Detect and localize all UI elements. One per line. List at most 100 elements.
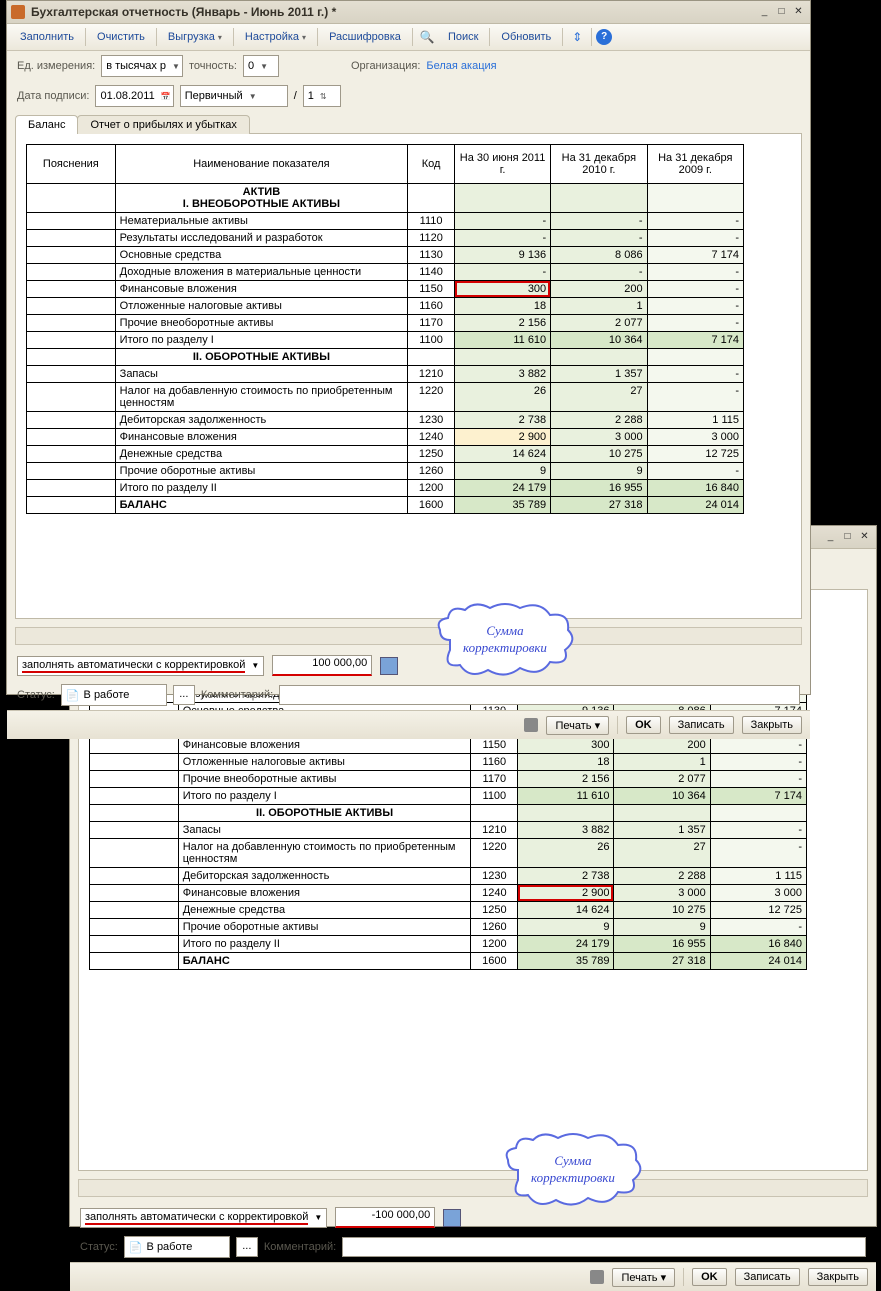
table-row: Финансовые вложения12402 9003 0003 000 bbox=[27, 429, 744, 446]
print-button[interactable]: Печать ▾ bbox=[612, 1268, 675, 1287]
org-link[interactable]: Белая акация bbox=[426, 60, 496, 72]
value-cell[interactable]: 24 179 bbox=[454, 480, 550, 497]
update-button[interactable]: Обновить bbox=[494, 28, 558, 46]
maximize-icon[interactable]: □ bbox=[774, 5, 789, 19]
minimize-icon[interactable]: _ bbox=[823, 530, 838, 544]
value-cell[interactable]: - bbox=[454, 264, 550, 281]
value-cell[interactable]: 24 179 bbox=[518, 936, 614, 953]
value-cell[interactable]: 2 738 bbox=[518, 868, 614, 885]
comment-label: Комментарий: bbox=[264, 1241, 336, 1253]
value-cell[interactable]: 9 136 bbox=[454, 247, 550, 264]
table-row: Доходные вложения в материальные ценност… bbox=[27, 264, 744, 281]
search-button[interactable]: Поиск bbox=[441, 28, 485, 46]
table-row: Финансовые вложения12402 9003 0003 000 bbox=[90, 885, 807, 902]
export-button[interactable]: Выгрузка▾ bbox=[161, 28, 229, 46]
table-row: Результаты исследований и разработок1120… bbox=[27, 230, 744, 247]
status-field[interactable]: 📄В работе bbox=[124, 1236, 230, 1258]
titlebar[interactable]: Бухгалтерская отчетность (Январь - Июнь … bbox=[7, 1, 810, 24]
value-cell[interactable]: 26 bbox=[518, 839, 614, 868]
app-icon bbox=[11, 5, 25, 19]
value-cell[interactable]: 11 610 bbox=[454, 332, 550, 349]
table-row: Запасы12103 8821 357- bbox=[27, 366, 744, 383]
value-cell[interactable]: 35 789 bbox=[518, 953, 614, 970]
table-row: Итого по разделу I110011 61010 3647 174 bbox=[90, 788, 807, 805]
ok-button[interactable]: OK bbox=[626, 716, 661, 734]
value-cell[interactable]: 3 882 bbox=[518, 822, 614, 839]
value-cell[interactable]: - bbox=[454, 213, 550, 230]
decode-button[interactable]: Расшифровка bbox=[322, 28, 408, 46]
window-title: Бухгалтерская отчетность (Январь - Июнь … bbox=[31, 5, 755, 19]
autofill-mode-select[interactable]: заполнять автоматически с корректировкой… bbox=[17, 656, 264, 676]
header-name: Наименование показателя bbox=[115, 145, 408, 184]
status-picker-button[interactable]: ... bbox=[173, 685, 195, 705]
header-period1: На 30 июня 2011 г. bbox=[454, 145, 550, 184]
value-cell[interactable]: 2 900 bbox=[454, 429, 550, 446]
calculator-icon[interactable] bbox=[380, 657, 398, 675]
toolbar: Заполнить Очистить Выгрузка▾ Настройка▾ … bbox=[7, 24, 810, 51]
close-button[interactable]: Закрыть bbox=[808, 1268, 868, 1286]
table-row: Отложенные налоговые активы1160181- bbox=[27, 298, 744, 315]
expand-icon[interactable]: ⇕ bbox=[567, 27, 587, 47]
num-input[interactable]: 1⇅ bbox=[303, 85, 341, 107]
status-picker-button[interactable]: ... bbox=[236, 1237, 258, 1257]
value-cell[interactable]: 2 156 bbox=[518, 771, 614, 788]
value-cell[interactable]: 9 bbox=[454, 463, 550, 480]
header-period2: На 31 декабря 2010 г. bbox=[551, 145, 647, 184]
value-cell[interactable]: 18 bbox=[518, 754, 614, 771]
horizontal-scrollbar[interactable] bbox=[15, 627, 802, 645]
value-cell[interactable]: 3 882 bbox=[454, 366, 550, 383]
precision-select[interactable]: 0▼ bbox=[243, 55, 279, 77]
correction-amount-input[interactable]: -100 000,00 bbox=[335, 1207, 435, 1228]
value-cell[interactable]: 300 bbox=[454, 281, 550, 298]
close-button[interactable]: Закрыть bbox=[742, 716, 802, 734]
tab-pnl[interactable]: Отчет о прибылях и убытках bbox=[77, 115, 249, 134]
save-button[interactable]: Записать bbox=[735, 1268, 800, 1286]
value-cell[interactable]: 26 bbox=[454, 383, 550, 412]
value-cell[interactable]: 11 610 bbox=[518, 788, 614, 805]
value-cell[interactable]: 300 bbox=[518, 737, 614, 754]
unit-label: Ед. измерения: bbox=[17, 60, 95, 72]
value-cell[interactable]: 35 789 bbox=[454, 497, 550, 514]
close-icon[interactable]: ✕ bbox=[857, 530, 872, 544]
value-cell[interactable]: 18 bbox=[454, 298, 550, 315]
comment-input[interactable] bbox=[342, 1237, 866, 1257]
magnifier-icon[interactable]: 🔍 bbox=[417, 27, 437, 47]
table-row: Налог на добавленную стоимость по приобр… bbox=[27, 383, 744, 412]
value-cell[interactable]: 2 156 bbox=[454, 315, 550, 332]
clear-button[interactable]: Очистить bbox=[90, 28, 152, 46]
table-row: БАЛАНС160035 78927 31824 014 bbox=[90, 953, 807, 970]
correction-amount-input[interactable]: 100 000,00 bbox=[272, 655, 372, 676]
fill-button[interactable]: Заполнить bbox=[13, 28, 81, 46]
tab-balance[interactable]: Баланс bbox=[15, 115, 78, 134]
table-row: Финансовые вложения1150300200- bbox=[27, 281, 744, 298]
minimize-icon[interactable]: _ bbox=[757, 5, 772, 19]
help-icon[interactable]: ? bbox=[596, 29, 612, 45]
unit-select[interactable]: в тысячах р▼ bbox=[101, 55, 183, 77]
balance-table: ПоясненияНаименование показателяКодНа 30… bbox=[26, 144, 744, 514]
table-row: Дебиторская задолженность12302 7382 2881… bbox=[27, 412, 744, 429]
sign-date-label: Дата подписи: bbox=[17, 90, 89, 102]
value-cell[interactable]: 9 bbox=[518, 919, 614, 936]
tab-strip: Баланс Отчет о прибылях и убытках bbox=[7, 111, 810, 133]
horizontal-scrollbar[interactable] bbox=[78, 1179, 868, 1197]
printer-icon bbox=[590, 1270, 604, 1284]
save-button[interactable]: Записать bbox=[669, 716, 734, 734]
table-row: Прочие оборотные активы126099- bbox=[90, 919, 807, 936]
calculator-icon[interactable] bbox=[443, 1209, 461, 1227]
value-cell[interactable]: 14 624 bbox=[454, 446, 550, 463]
primary-select[interactable]: Первичный▼ bbox=[180, 85, 288, 107]
close-icon[interactable]: ✕ bbox=[791, 5, 806, 19]
status-field[interactable]: 📄В работе bbox=[61, 684, 167, 706]
settings-button[interactable]: Настройка▾ bbox=[238, 28, 313, 46]
sign-date-input[interactable]: 01.08.2011📅 bbox=[95, 85, 173, 107]
maximize-icon[interactable]: □ bbox=[840, 530, 855, 544]
value-cell[interactable]: 14 624 bbox=[518, 902, 614, 919]
comment-input[interactable] bbox=[279, 685, 800, 705]
value-cell[interactable]: 2 738 bbox=[454, 412, 550, 429]
print-button[interactable]: Печать ▾ bbox=[546, 716, 609, 735]
value-cell[interactable]: - bbox=[454, 230, 550, 247]
table-row: Налог на добавленную стоимость по приобр… bbox=[90, 839, 807, 868]
autofill-mode-select[interactable]: заполнять автоматически с корректировкой… bbox=[80, 1208, 327, 1228]
ok-button[interactable]: OK bbox=[692, 1268, 727, 1286]
value-cell[interactable]: 2 900 bbox=[518, 885, 614, 902]
